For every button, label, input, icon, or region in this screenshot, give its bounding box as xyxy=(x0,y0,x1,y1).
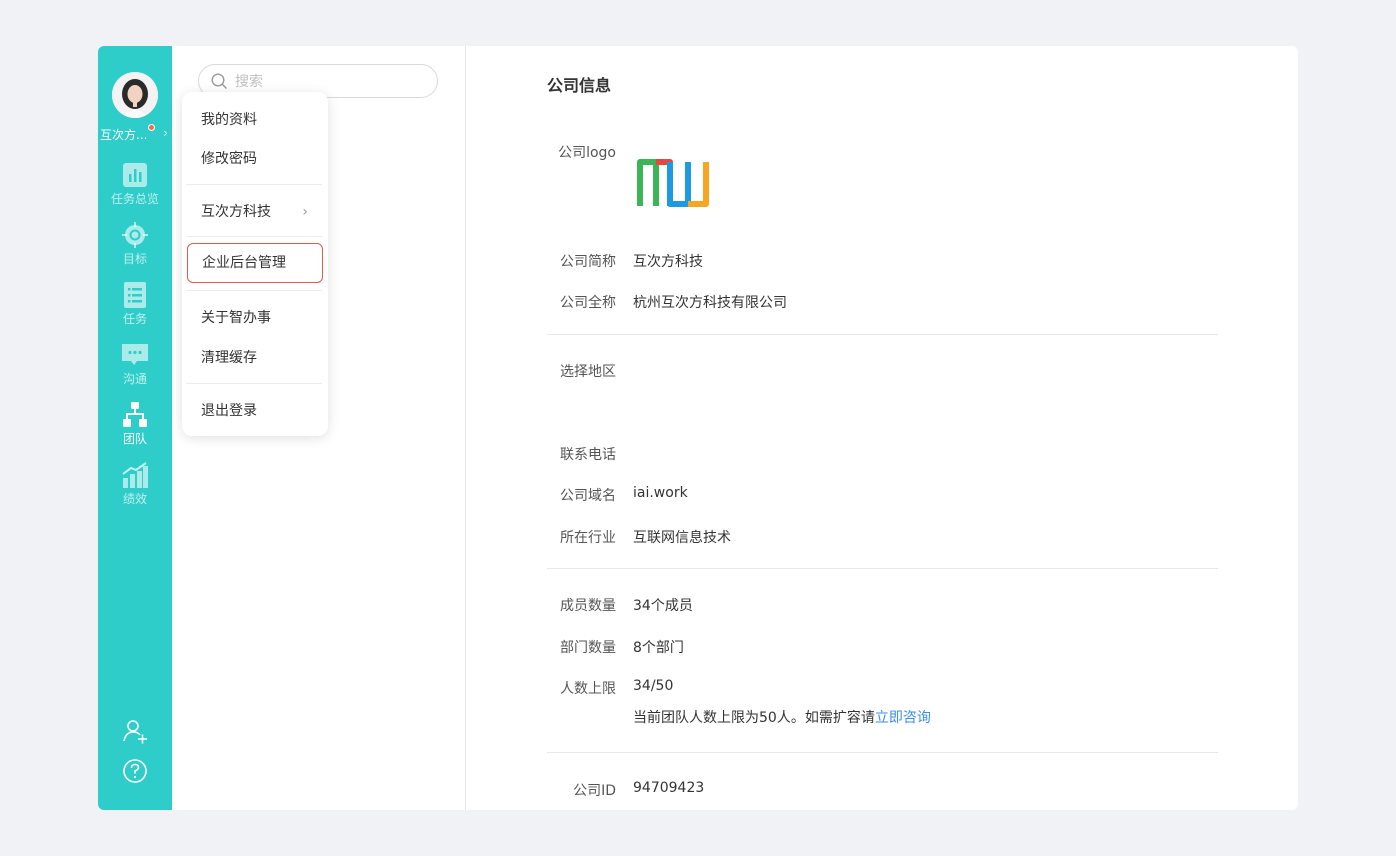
nav-item-overview[interactable]: 任务总览 xyxy=(98,162,172,214)
menu-item-password[interactable]: 修改密码 xyxy=(182,141,328,177)
menu-divider xyxy=(186,236,322,237)
help-icon[interactable] xyxy=(122,758,148,784)
industry-label: 所在行业 xyxy=(560,530,616,546)
logo-label: 公司logo xyxy=(558,145,616,161)
divider xyxy=(547,752,1218,753)
divider xyxy=(547,334,1218,335)
members-label: 成员数量 xyxy=(560,598,616,614)
nav-label: 任务 xyxy=(122,312,147,326)
company-logo xyxy=(637,159,709,207)
nav-item-team[interactable]: 团队 xyxy=(98,402,172,454)
menu-item-logout[interactable]: 退出登录 xyxy=(182,393,328,429)
limit-label: 人数上限 xyxy=(560,681,616,697)
user-name: 互次方... xyxy=(100,128,148,142)
search-input[interactable] xyxy=(235,71,425,93)
menu-item-profile[interactable]: 我的资料 xyxy=(182,102,328,138)
nav-item-task[interactable]: 任务 xyxy=(98,282,172,334)
limit-note: 当前团队人数上限为50人。如需扩容请立即咨询 xyxy=(633,707,931,727)
nav-item-chat[interactable]: 沟通 xyxy=(98,342,172,394)
full-name-value: 杭州互次方科技有限公司 xyxy=(633,295,787,311)
menu-item-admin[interactable]: 企业后台管理 xyxy=(187,243,323,283)
org-chart-icon xyxy=(123,402,147,427)
company-id-label: 公司ID xyxy=(573,783,616,799)
departments-label: 部门数量 xyxy=(560,640,616,656)
company-id-value: 94709423 xyxy=(633,780,705,796)
bar-chart-icon xyxy=(123,163,147,187)
divider xyxy=(547,568,1218,569)
chevron-right-icon: › xyxy=(163,126,168,140)
nav-item-perf[interactable]: 绩效 xyxy=(98,462,172,514)
members-value: 34个成员 xyxy=(633,598,693,614)
chat-icon xyxy=(122,344,148,365)
short-name-value: 互次方科技 xyxy=(633,254,703,270)
nav-label: 绩效 xyxy=(122,492,147,506)
short-name-label: 公司简称 xyxy=(560,254,616,270)
limit-value: 34/50 xyxy=(633,678,674,694)
region-label: 选择地区 xyxy=(560,364,616,380)
domain-value: iai.work xyxy=(633,485,688,501)
avatar-image xyxy=(112,72,158,118)
consult-link[interactable]: 立即咨询 xyxy=(875,710,931,726)
search-icon xyxy=(211,73,227,89)
menu-divider xyxy=(186,184,322,185)
growth-chart-icon xyxy=(122,462,148,488)
avatar[interactable] xyxy=(112,72,158,118)
menu-item-clear-cache[interactable]: 清理缓存 xyxy=(182,340,328,376)
nav-item-goal[interactable]: 目标 xyxy=(98,222,172,274)
menu-item-company[interactable]: 互次方科技 › xyxy=(182,194,328,230)
nav-label: 任务总览 xyxy=(110,192,159,206)
company-info-panel: 公司信息 公司logo 公司简称 互次方科技 公司全称 杭州互次方科技有限公司 … xyxy=(466,46,1298,810)
user-menu-trigger[interactable]: 互次方... › xyxy=(98,124,172,143)
nav-label: 团队 xyxy=(122,432,147,446)
domain-label: 公司域名 xyxy=(560,488,616,504)
menu-divider xyxy=(186,383,322,384)
target-icon xyxy=(122,222,148,248)
nav-label: 目标 xyxy=(122,252,147,266)
notification-dot xyxy=(148,124,155,131)
full-name-label: 公司全称 xyxy=(560,295,616,311)
add-user-icon[interactable] xyxy=(122,718,148,744)
phone-label: 联系电话 xyxy=(560,447,616,463)
nav-label: 沟通 xyxy=(122,372,147,386)
list-icon xyxy=(124,282,146,308)
departments-value: 8个部门 xyxy=(633,640,684,656)
chevron-right-icon: › xyxy=(302,204,308,220)
industry-value: 互联网信息技术 xyxy=(633,530,731,546)
nav-rail: 互次方... › 任务总览 目标 任务 沟通 团队 绩效 xyxy=(98,46,172,810)
page-title: 公司信息 xyxy=(547,76,612,95)
menu-divider xyxy=(186,290,322,291)
app-window: 互次方... › 任务总览 目标 任务 沟通 团队 绩效 搜索 公司信息 公司l… xyxy=(98,46,1298,810)
menu-item-about[interactable]: 关于智办事 xyxy=(182,300,328,336)
user-dropdown-menu: 我的资料 修改密码 互次方科技 › 企业后台管理 关于智办事 清理缓存 退出登录 xyxy=(182,92,328,436)
limit-note-text: 当前团队人数上限为50人。如需扩容请 xyxy=(633,710,875,726)
menu-item-company-label: 互次方科技 xyxy=(201,204,271,220)
